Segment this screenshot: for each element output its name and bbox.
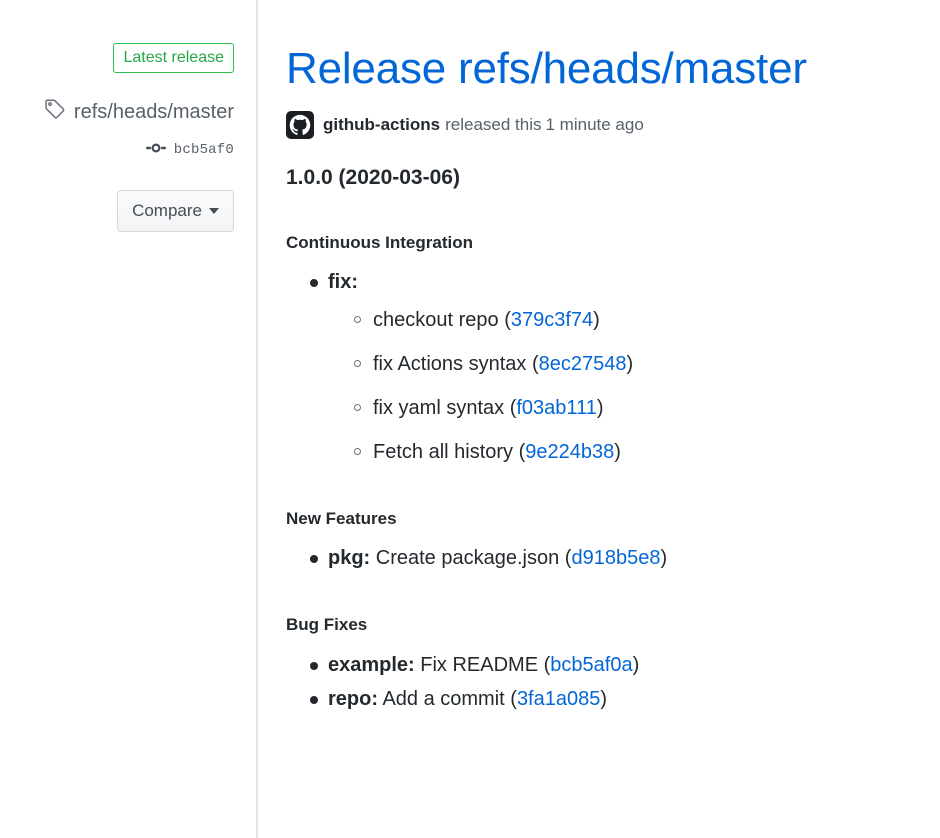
release-byline: github-actions released this 1 minute ag… [286, 110, 920, 139]
tag-row[interactable]: refs/heads/master [0, 98, 234, 125]
commit-sha-link[interactable]: bcb5af0a [550, 654, 632, 676]
paren-close: ) [596, 397, 604, 420]
changelog-item: fix: checkout repo (379c3f74) fix Actions … [310, 267, 920, 467]
release-author[interactable]: github-actions [323, 114, 440, 136]
paren-open: ( [538, 653, 551, 676]
commit-icon [145, 140, 166, 161]
compare-button-label: Compare [132, 201, 202, 221]
changelog-text: Add a commit [378, 687, 505, 710]
commit-sha-link[interactable]: 9e224b38 [525, 441, 614, 463]
release-version-title: 1.0.0 (2020-03-06) [286, 165, 460, 189]
paren-open: ( [526, 353, 539, 376]
changelog-text: fix Actions syntax [373, 353, 527, 376]
release-sidebar: Latest release refs/heads/master bcb5af0 [0, 0, 258, 838]
paren-open: ( [513, 441, 526, 464]
release-body: 1.0.0 (2020-03-06) Continuous Integratio… [286, 165, 920, 714]
changelog-item: pkg: Create package.json (d918b5e8) [310, 543, 920, 573]
paren-open: ( [504, 687, 517, 710]
compare-button[interactable]: Compare [117, 190, 234, 233]
changelog-list: fix: checkout repo (379c3f74) fix Actions … [286, 267, 920, 467]
paren-close: ) [614, 441, 621, 464]
changelog-list: pkg: Create package.json (d918b5e8) [286, 543, 920, 573]
paren-open: ( [559, 547, 572, 570]
changelog-text: Fetch all history [373, 441, 514, 464]
paren-close: ) [593, 309, 600, 332]
tag-icon [44, 98, 66, 125]
changelog-text: Fix README [414, 653, 539, 676]
commit-sha-link[interactable]: 379c3f74 [511, 309, 593, 331]
release-sections: Continuous Integration fix: checkout repo … [286, 232, 920, 714]
changelog-list: example: Fix README (bcb5af0a) repo: Add … [286, 650, 920, 714]
paren-close: ) [600, 687, 608, 710]
chevron-down-icon [209, 207, 219, 214]
changelog-section-heading: Bug Fixes [286, 615, 368, 635]
commit-sha-link[interactable]: 3fa1a085 [517, 688, 600, 710]
changelog-item: example: Fix README (bcb5af0a) [310, 650, 920, 680]
released-label: released this [445, 114, 542, 134]
commit-sha: bcb5af0 [173, 142, 234, 159]
latest-release-badge: Latest release [113, 43, 234, 74]
paren-close: ) [632, 653, 640, 676]
changelog-subitem: checkout repo (379c3f74) [354, 305, 920, 335]
changelog-text: fix yaml syntax [373, 397, 505, 420]
release-timestamp: 1 minute ago [545, 114, 644, 134]
paren-open: ( [504, 397, 517, 420]
commit-row[interactable]: bcb5af0 [0, 140, 234, 161]
changelog-subitem: fix Actions syntax (8ec27548) [354, 349, 920, 379]
changelog-scope: fix: [328, 271, 358, 294]
paren-open: ( [498, 309, 511, 332]
changelog-scope: example: [328, 653, 415, 676]
changelog-section-heading: New Features [286, 509, 397, 529]
release-main: Release refs/heads/master github-actions… [258, 0, 940, 838]
changelog-subitem: Fetch all history (9e224b38) [354, 437, 920, 467]
commit-sha-link[interactable]: 8ec27548 [539, 353, 627, 375]
changelog-text: checkout repo [373, 309, 499, 332]
release-page: Latest release refs/heads/master bcb5af0 [0, 0, 940, 838]
changelog-scope: repo: [328, 687, 378, 710]
github-avatar-icon[interactable] [286, 110, 314, 139]
changelog-item: repo: Add a commit (3fa1a085) [310, 684, 920, 714]
commit-sha-link[interactable]: d918b5e8 [571, 547, 660, 569]
paren-close: ) [660, 547, 668, 570]
tag-name: refs/heads/master [73, 100, 234, 123]
changelog-scope: pkg: [328, 547, 371, 570]
paren-close: ) [626, 353, 634, 376]
changelog-section-heading: Continuous Integration [286, 232, 473, 252]
changelog-text: Create package.json [370, 547, 560, 570]
commit-sha-link[interactable]: f03ab111 [516, 397, 596, 419]
changelog-subitem: fix yaml syntax (f03ab111) [354, 393, 920, 423]
page-title[interactable]: Release refs/heads/master [286, 44, 920, 95]
changelog-sublist: checkout repo (379c3f74) fix Actions synt… [328, 305, 920, 467]
